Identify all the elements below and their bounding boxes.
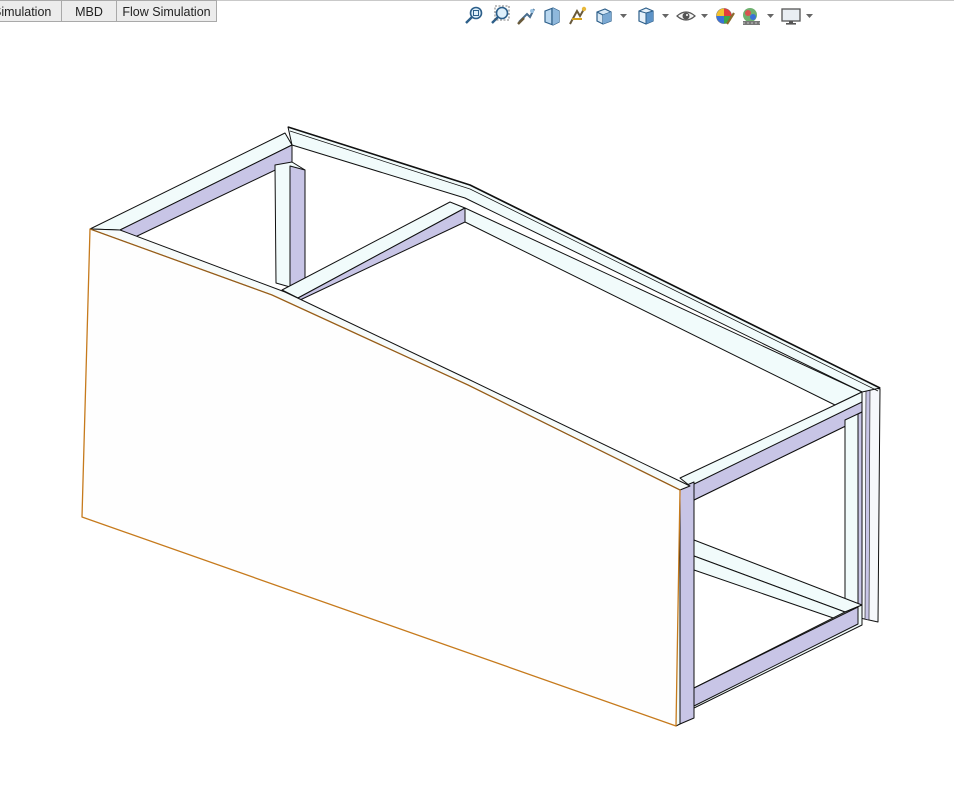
left-top-rail — [89, 132, 293, 231]
frame-assembly-model[interactable] — [0, 24, 954, 790]
middle-cross-member — [281, 201, 466, 299]
tab-flow-simulation[interactable]: Flow Simulation — [117, 0, 217, 22]
hide-show-dropdown-icon[interactable] — [701, 13, 708, 19]
view-orientation-dropdown-icon[interactable] — [620, 13, 627, 19]
graphics-area[interactable] — [0, 24, 954, 790]
left-top-rail-side — [119, 144, 293, 239]
view-settings-dropdown-icon[interactable] — [806, 13, 813, 19]
display-style-dropdown-icon[interactable] — [662, 13, 669, 19]
tab-bar-border — [217, 0, 954, 1]
tab-mbd[interactable]: MBD — [62, 0, 117, 22]
front-panel[interactable] — [81, 228, 681, 727]
command-manager-tabs: Simulation MBD Flow Simulation — [0, 0, 217, 23]
apply-scene-dropdown-icon[interactable] — [767, 13, 774, 19]
tab-simulation[interactable]: Simulation — [0, 0, 62, 22]
right-front-post — [679, 481, 695, 725]
inner-top-rail — [464, 207, 863, 406]
